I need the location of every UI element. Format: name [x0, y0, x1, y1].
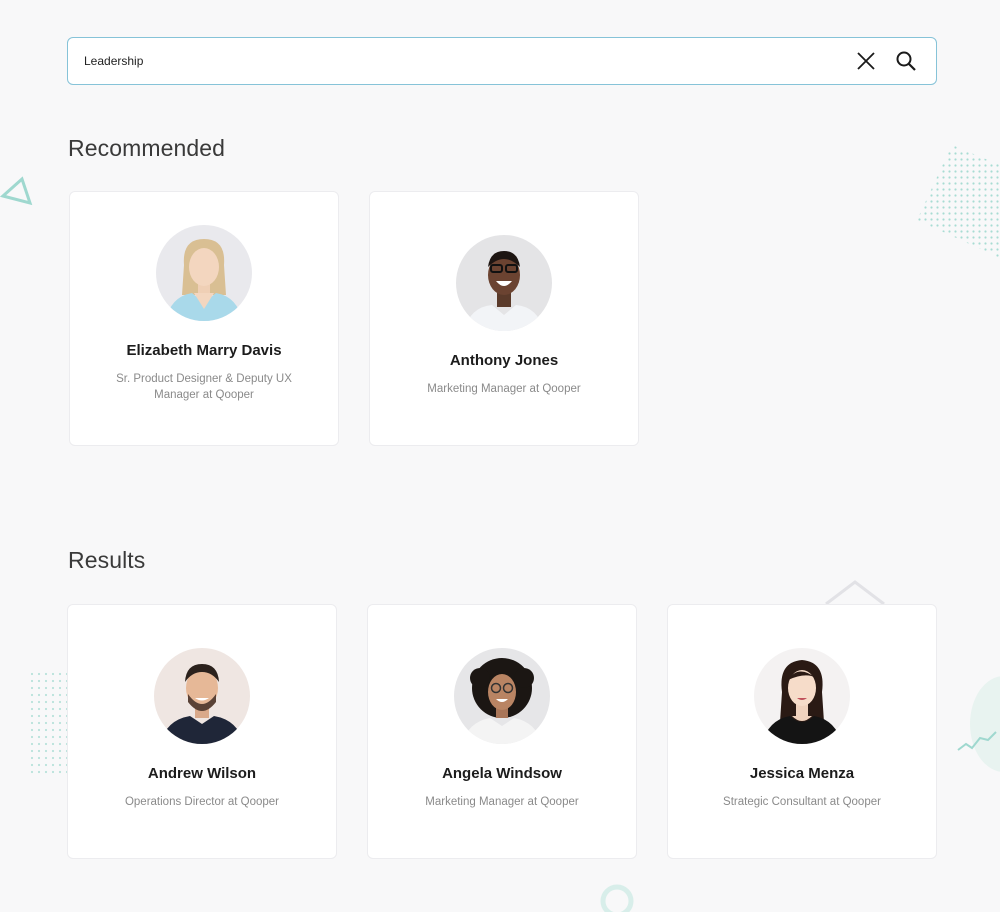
- person-name: Angela Windsow: [442, 765, 562, 782]
- avatar: [454, 648, 550, 744]
- avatar: [456, 235, 552, 331]
- blob-decoration: [957, 676, 1000, 772]
- person-role: Marketing Manager at Qooper: [425, 796, 579, 808]
- avatar: [156, 225, 252, 321]
- person-role: Operations Director at Qooper: [124, 796, 280, 808]
- ring-decoration: [600, 884, 634, 912]
- person-name: Elizabeth Marry Davis: [126, 342, 282, 359]
- dot-pattern-decoration: [917, 145, 1000, 258]
- search-bar: [67, 37, 937, 85]
- close-icon[interactable]: [852, 47, 880, 75]
- person-name: Jessica Menza: [749, 765, 855, 782]
- results-heading: Results: [68, 547, 146, 573]
- result-card[interactable]: Jessica Menza Strategic Consultant at Qo…: [667, 604, 937, 859]
- person-name: Anthony Jones: [449, 352, 559, 369]
- search-icon[interactable]: [892, 47, 920, 75]
- result-card[interactable]: Andrew Wilson Operations Director at Qoo…: [67, 604, 337, 859]
- dot-pattern-decoration-left: [30, 672, 70, 776]
- recommended-heading: Recommended: [68, 135, 226, 161]
- triangle-decoration: [0, 176, 33, 206]
- recommended-card[interactable]: Elizabeth Marry Davis Sr. Product Design…: [69, 191, 339, 446]
- person-role: Marketing Manager at Qooper: [427, 383, 581, 395]
- search-input[interactable]: [84, 54, 840, 68]
- avatar: [154, 648, 250, 744]
- person-name: Andrew Wilson: [147, 765, 257, 782]
- result-card[interactable]: Angela Windsow Marketing Manager at Qoop…: [367, 604, 637, 859]
- person-role: Sr. Product Designer & Deputy UX Manager…: [116, 373, 292, 401]
- person-role: Strategic Consultant at Qooper: [723, 796, 881, 808]
- recommended-card[interactable]: Anthony Jones Marketing Manager at Qoope…: [369, 191, 639, 446]
- avatar: [754, 648, 850, 744]
